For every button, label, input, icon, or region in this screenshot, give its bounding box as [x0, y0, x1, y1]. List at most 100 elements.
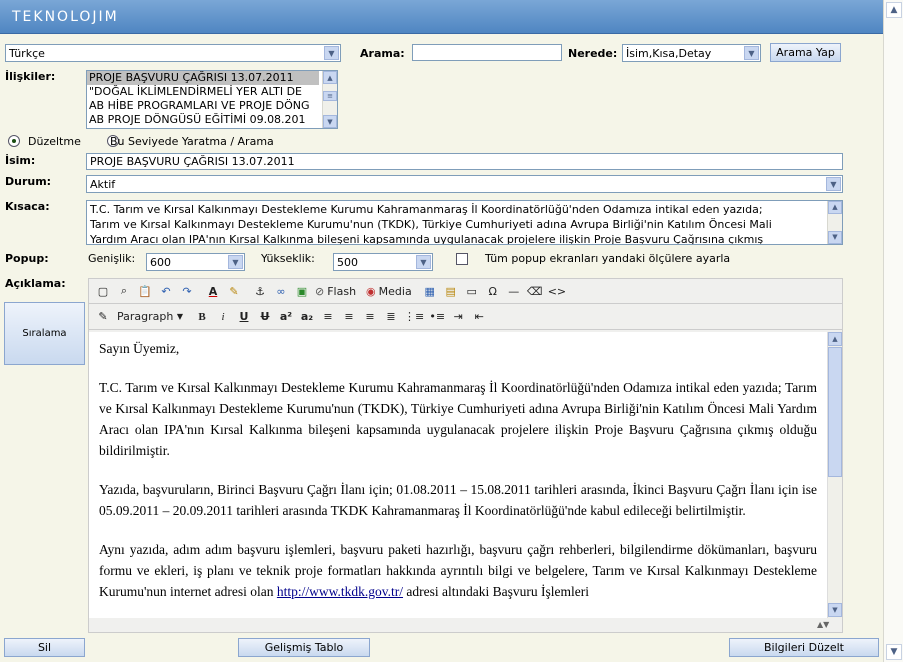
- flash-button[interactable]: ⊘ Flash: [313, 281, 358, 301]
- scroll-down-icon[interactable]: ▼: [886, 644, 902, 660]
- editor-scrollbar[interactable]: ▲ ▼: [827, 332, 842, 618]
- format-select[interactable]: Paragraph ▼: [114, 307, 186, 327]
- italic-icon[interactable]: i: [213, 307, 233, 327]
- anchor-icon[interactable]: ⚓: [250, 281, 270, 301]
- description-label: Açıklama:: [5, 277, 66, 290]
- scroll-up-icon[interactable]: ▲: [828, 201, 842, 214]
- editor-paragraph: T.C. Tarım ve Kırsal Kalkınmayı Destekle…: [99, 380, 817, 458]
- short-line: Yardım Aracı olan IPA'nın Kırsal Kalkınm…: [90, 233, 764, 245]
- editor-paragraph: Sayın Üyemiz,: [99, 341, 180, 356]
- status-value: Aktif: [90, 177, 116, 191]
- where-value: İsim,Kısa,Detay: [626, 46, 712, 60]
- textarea-scrollbar[interactable]: ▲ ▼: [827, 201, 842, 244]
- editor-toolbar-1: ▢ ⌕ 📋 ↶ ↷ A ✎ ⚓ ∞ ▣ ⊘ Flash ◉ Media ▦ ▤ ▭ …: [89, 279, 842, 304]
- ordered-list-icon[interactable]: ⋮≡: [402, 307, 426, 327]
- list-item[interactable]: "DOĞAL İKLİMLENDİRMELİ YER ALTI DE: [87, 85, 319, 99]
- edit-radio[interactable]: [8, 135, 20, 147]
- popup-label: Popup:: [5, 252, 49, 265]
- toolbar-separator: [187, 307, 191, 327]
- highlight-icon[interactable]: ✎: [224, 281, 244, 301]
- listbox-scrollbar[interactable]: ▲ ≡ ▼: [322, 71, 337, 128]
- advanced-table-button[interactable]: Gelişmiş Tablo: [238, 638, 370, 657]
- language-value: Türkçe: [9, 46, 45, 60]
- sort-button[interactable]: Sıralama: [4, 302, 85, 365]
- table-edit-icon[interactable]: ▤: [441, 281, 461, 301]
- fullscreen-icon[interactable]: ▢: [93, 281, 113, 301]
- bold-icon[interactable]: B: [192, 307, 212, 327]
- scroll-up-icon[interactable]: ▲: [886, 2, 902, 18]
- special-char-icon[interactable]: Ω: [483, 281, 503, 301]
- language-select[interactable]: Türkçe ▼: [5, 44, 341, 62]
- flash-icon: ⊘: [315, 284, 325, 298]
- scroll-down-icon[interactable]: ▼: [828, 603, 842, 617]
- undo-icon[interactable]: ↶: [156, 281, 176, 301]
- flash-label: Flash: [327, 284, 357, 298]
- scroll-thumb[interactable]: ≡: [323, 91, 337, 101]
- width-select[interactable]: 600 ▼: [146, 253, 245, 271]
- delete-button[interactable]: Sil: [4, 638, 85, 657]
- edit-radio-label: Düzeltme: [28, 135, 81, 148]
- tkdk-link[interactable]: http://www.tkdk.gov.tr/: [277, 584, 403, 599]
- align-justify-icon[interactable]: ≣: [381, 307, 401, 327]
- image-icon[interactable]: ▣: [292, 281, 312, 301]
- toolbar-separator: [415, 281, 419, 301]
- find-icon[interactable]: ⌕: [114, 281, 134, 301]
- subscript-icon[interactable]: a₂: [297, 307, 317, 327]
- align-right-icon[interactable]: ≡: [360, 307, 380, 327]
- unordered-list-icon[interactable]: •≡: [427, 307, 447, 327]
- name-input[interactable]: PROJE BAŞVURU ÇAĞRISI 13.07.2011: [86, 153, 843, 170]
- chevron-down-icon: ▼: [744, 46, 759, 60]
- superscript-icon[interactable]: a²: [276, 307, 296, 327]
- indent-icon[interactable]: ⇥: [448, 307, 468, 327]
- save-button[interactable]: Bilgileri Düzelt: [729, 638, 879, 657]
- cleanup-icon[interactable]: ⌫: [525, 281, 545, 301]
- html-source-icon[interactable]: <>: [546, 281, 568, 301]
- chevron-down-icon: ▼: [826, 177, 841, 191]
- scroll-down-icon[interactable]: ▼: [323, 115, 337, 128]
- where-label: Nerede:: [568, 47, 618, 60]
- align-left-icon[interactable]: ≡: [318, 307, 338, 327]
- search-input[interactable]: [412, 44, 562, 61]
- list-item[interactable]: AB HİBE PROGRAMLARI VE PROJE DÖNG: [87, 99, 319, 113]
- media-button[interactable]: ◉ Media: [364, 281, 414, 301]
- paste-icon[interactable]: 📋: [135, 281, 155, 301]
- editor-content[interactable]: Sayın Üyemiz, T.C. Tarım ve Kırsal Kalkı…: [89, 332, 827, 618]
- underline-icon[interactable]: U: [234, 307, 254, 327]
- media-icon: ◉: [366, 284, 376, 298]
- height-value: 500: [337, 255, 358, 269]
- app-header: TEKNOLOJIM: [0, 0, 883, 34]
- chevron-down-icon: ▼: [228, 255, 243, 269]
- scroll-up-icon[interactable]: ▲: [828, 332, 842, 346]
- relations-listbox[interactable]: PROJE BAŞVURU ÇAĞRISI 13.07.2011 "DOĞAL …: [86, 70, 338, 129]
- layer-icon[interactable]: ▭: [462, 281, 482, 301]
- app-logo: TEKNOLOJIM: [12, 9, 119, 25]
- height-select[interactable]: 500 ▼: [333, 253, 433, 271]
- strikethrough-icon[interactable]: U: [255, 307, 275, 327]
- redo-icon[interactable]: ↷: [177, 281, 197, 301]
- scroll-up-icon[interactable]: ▲: [323, 71, 337, 84]
- rich-text-editor: ▢ ⌕ 📋 ↶ ↷ A ✎ ⚓ ∞ ▣ ⊘ Flash ◉ Media ▦ ▤ ▭ …: [88, 278, 843, 633]
- page-scrollbar[interactable]: ▲ ▼: [883, 0, 903, 662]
- link-icon[interactable]: ∞: [271, 281, 291, 301]
- editor-paragraph: Yazıda, başvuruların, Birinci Başvuru Ça…: [99, 482, 817, 518]
- list-item[interactable]: PROJE BAŞVURU ÇAĞRISI 13.07.2011: [87, 71, 319, 85]
- width-label: Genişlik:: [88, 252, 136, 265]
- where-select[interactable]: İsim,Kısa,Detay ▼: [622, 44, 761, 62]
- toolbar-separator: [359, 281, 363, 301]
- short-textarea[interactable]: T.C. Tarım ve Kırsal Kalkınmayı Destekle…: [86, 200, 843, 245]
- scroll-down-icon[interactable]: ▼: [828, 231, 842, 244]
- table-icon[interactable]: ▦: [420, 281, 440, 301]
- align-center-icon[interactable]: ≡: [339, 307, 359, 327]
- resize-handle-icon[interactable]: ▲▼: [817, 620, 829, 629]
- status-select[interactable]: Aktif ▼: [86, 175, 843, 193]
- all-popup-checkbox[interactable]: [456, 253, 468, 265]
- edit-style-icon[interactable]: ✎: [93, 307, 113, 327]
- media-label: Media: [378, 284, 412, 298]
- scroll-thumb[interactable]: [828, 347, 842, 477]
- horizontal-rule-icon[interactable]: —: [504, 281, 524, 301]
- text-color-icon[interactable]: A: [203, 281, 223, 301]
- list-item[interactable]: AB PROJE DÖNGÜSÜ EĞİTİMİ 09.08.201: [87, 113, 319, 127]
- editor-paragraph: Aynı yazıda, adım adım başvuru işlemleri…: [99, 539, 817, 602]
- search-button[interactable]: Arama Yap: [770, 43, 841, 62]
- outdent-icon[interactable]: ⇤: [469, 307, 489, 327]
